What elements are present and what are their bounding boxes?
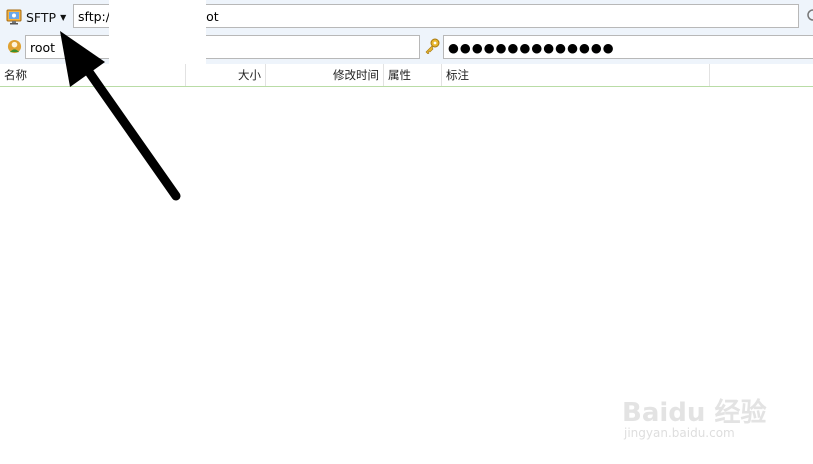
column-size[interactable]: 大小 bbox=[186, 64, 266, 86]
password-input[interactable] bbox=[443, 35, 813, 59]
file-list-header: 名称 大小 修改时间 属性 标注 bbox=[0, 64, 813, 87]
caret-down-icon: ▼ bbox=[60, 12, 67, 22]
sftp-computer-icon bbox=[6, 9, 22, 25]
protocol-dropdown[interactable]: SFTP ▼ bbox=[6, 6, 72, 28]
column-notes[interactable]: 标注 bbox=[442, 64, 710, 86]
column-name[interactable]: 名称 bbox=[0, 64, 186, 86]
watermark-url: jingyan.baidu.com bbox=[624, 426, 735, 440]
key-icon bbox=[425, 38, 440, 54]
watermark-logo: Baidu 经验 bbox=[622, 398, 767, 428]
username-input[interactable] bbox=[25, 35, 420, 59]
user-icon bbox=[7, 39, 22, 54]
column-modified[interactable]: 修改时间 bbox=[266, 64, 384, 86]
column-attributes[interactable]: 属性 bbox=[384, 64, 442, 86]
refresh-icon[interactable] bbox=[806, 8, 813, 22]
redaction-box bbox=[109, 0, 206, 64]
protocol-label: SFTP bbox=[26, 9, 57, 25]
watermark: Baidu 经验 jingyan.baidu.com bbox=[622, 380, 772, 450]
